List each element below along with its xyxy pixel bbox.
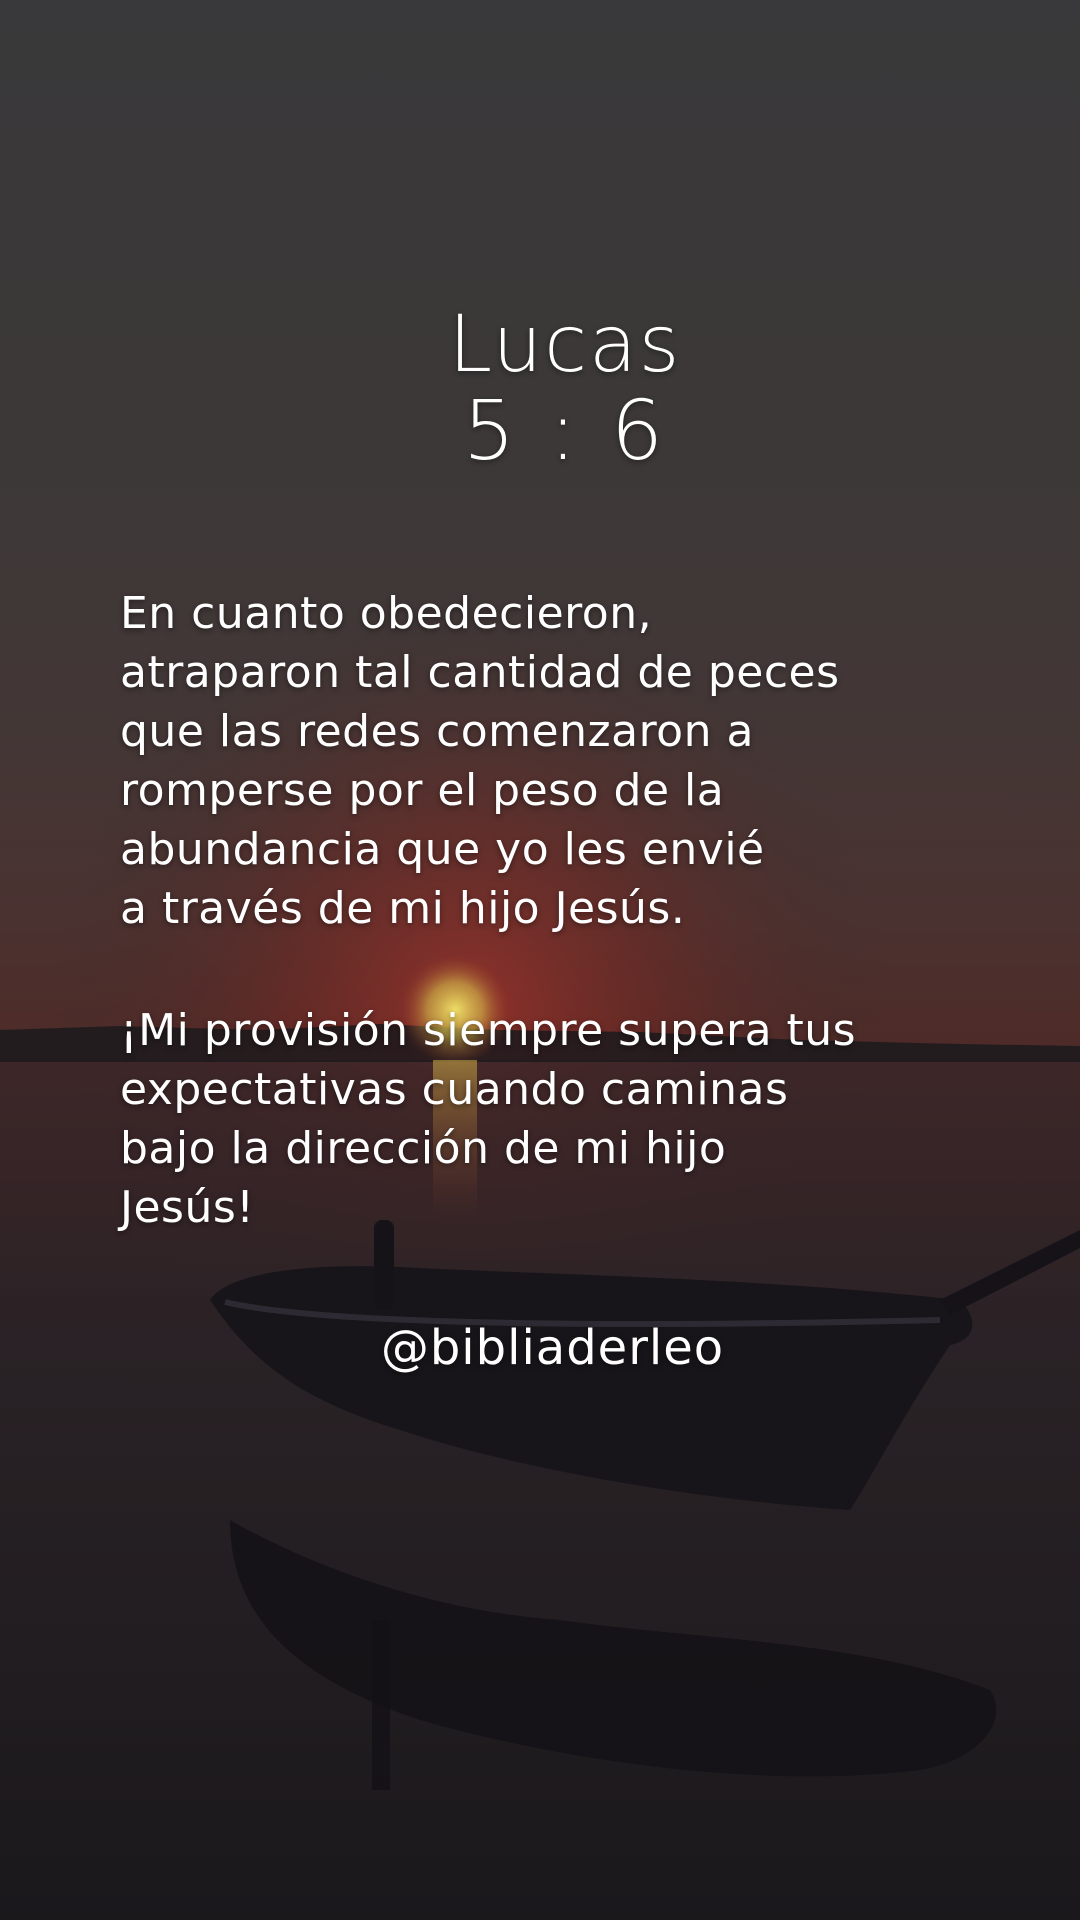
paragraph-line: En cuanto obedecieron,	[120, 588, 653, 639]
paragraph-line: a través de mi hijo Jesús.	[120, 883, 686, 934]
paragraph-line: atraparon tal cantidad de peces	[120, 647, 840, 698]
paragraph-line: abundancia que yo les envié	[120, 824, 765, 875]
paragraph-line: romperse por el peso de la	[120, 765, 725, 816]
paragraph-line: expectativas cuando caminas	[120, 1064, 789, 1115]
book-title: Lucas	[448, 300, 682, 390]
verse-overlay: Lucas 5 : 6 En cuanto obedecieron, atrap…	[0, 0, 1080, 1920]
background-photo: Lucas 5 : 6 En cuanto obedecieron, atrap…	[0, 0, 1080, 1920]
paragraph-line: que las redes comenzaron a	[120, 706, 754, 757]
verse-reference: 5 : 6	[462, 384, 668, 479]
encouragement-paragraph: ¡Mi provisión siempre supera tus expecta…	[120, 1001, 980, 1237]
paragraph-line: bajo la dirección de mi hijo	[120, 1123, 727, 1174]
paragraph-line: Jesús!	[120, 1182, 255, 1233]
paragraph-line: ¡Mi provisión siempre supera tus	[120, 1005, 857, 1056]
account-handle: @bibliaderleo	[380, 1320, 725, 1376]
verse-paragraph: En cuanto obedecieron, atraparon tal can…	[120, 584, 980, 938]
